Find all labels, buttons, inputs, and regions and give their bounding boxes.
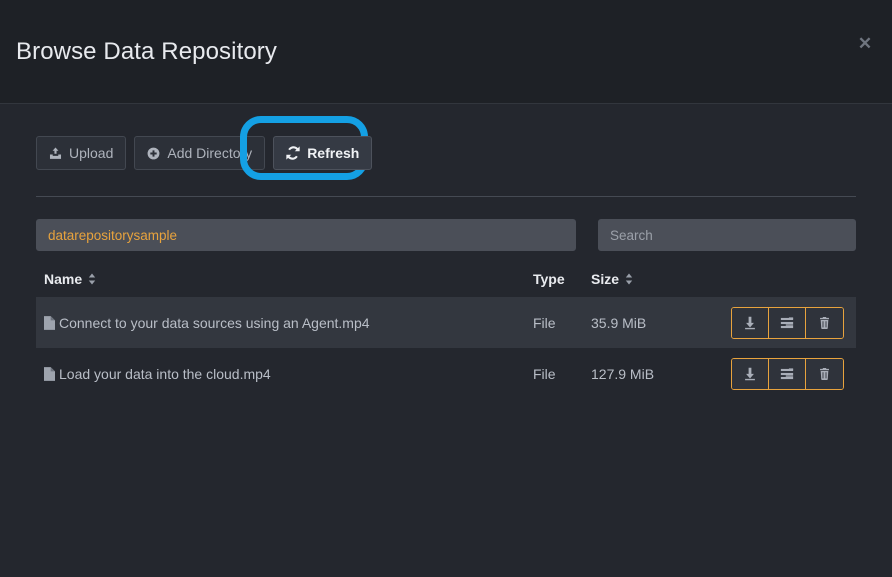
table-header-row: Name Type Size [36, 271, 856, 297]
sort-arrows-icon [625, 273, 633, 285]
refresh-icon [286, 146, 300, 160]
cell-actions [698, 297, 856, 348]
download-button[interactable] [732, 307, 769, 338]
breadcrumb-item-root[interactable]: datarepositorysample [48, 228, 177, 243]
file-name[interactable]: Connect to your data sources using an Ag… [59, 315, 370, 331]
refresh-button-label: Refresh [307, 145, 360, 161]
modal-header: Browse Data Repository ✕ [0, 0, 892, 104]
breadcrumb[interactable]: datarepositorysample [36, 219, 576, 251]
refresh-button[interactable]: Refresh [273, 136, 373, 170]
cell-actions [698, 348, 856, 399]
file-name[interactable]: Load your data into the cloud.mp4 [59, 366, 271, 382]
column-header-name-label: Name [44, 271, 83, 287]
sort-size[interactable]: Size [591, 271, 633, 287]
filter-row: datarepositorysample [36, 219, 856, 251]
upload-button[interactable]: Upload [36, 136, 127, 170]
column-header-actions [698, 271, 856, 297]
column-header-name: Name [36, 271, 533, 297]
cell-type: File [533, 314, 556, 331]
sort-arrows-icon [88, 273, 96, 285]
table-row[interactable]: Connect to your data sources using an Ag… [36, 297, 856, 348]
list-lines-icon [780, 316, 794, 330]
add-directory-button-label: Add Directory [167, 145, 253, 161]
toolbar: Upload Add Directory Refresh [36, 116, 856, 180]
upload-icon [49, 146, 62, 160]
cell-name: Connect to your data sources using an Ag… [36, 297, 533, 348]
plus-circle-icon [147, 147, 160, 160]
upload-button-label: Upload [69, 145, 114, 161]
page-title: Browse Data Repository [16, 37, 277, 65]
table-row[interactable]: Load your data into the cloud.mp4 File 1… [36, 348, 856, 399]
cell-type: File [533, 365, 556, 382]
properties-button[interactable] [769, 307, 806, 338]
file-table-head: Name Type Size [36, 271, 856, 297]
cell-size: 35.9 MiB [591, 314, 647, 331]
download-arrow-icon [743, 367, 757, 381]
search-input[interactable] [598, 219, 856, 251]
trash-icon [818, 316, 831, 330]
cell-size: 127.9 MiB [591, 365, 655, 382]
add-directory-button[interactable]: Add Directory [134, 136, 266, 170]
column-header-type: Type [533, 271, 591, 297]
file-icon [44, 366, 55, 381]
row-action-group [731, 306, 844, 339]
delete-button[interactable] [806, 307, 843, 338]
refresh-button-wrapper: Refresh [273, 136, 373, 170]
toolbar-divider [36, 196, 856, 197]
trash-icon [818, 367, 831, 381]
list-lines-icon [780, 367, 794, 381]
row-action-group [731, 357, 844, 390]
column-header-size: Size [591, 271, 698, 297]
file-table: Name Type Size Connect to your data sour… [36, 271, 856, 399]
sort-name[interactable]: Name [44, 271, 96, 287]
delete-button[interactable] [806, 358, 843, 389]
close-icon[interactable]: ✕ [855, 33, 875, 53]
download-button[interactable] [732, 358, 769, 389]
sort-type[interactable]: Type [533, 271, 565, 287]
cell-name: Load your data into the cloud.mp4 [36, 348, 533, 399]
column-header-size-label: Size [591, 271, 620, 287]
file-table-body: Connect to your data sources using an Ag… [36, 297, 856, 399]
column-header-type-label: Type [533, 271, 565, 287]
modal-body: Upload Add Directory Refresh datareposit… [0, 104, 892, 577]
properties-button[interactable] [769, 358, 806, 389]
file-icon [44, 315, 55, 330]
download-arrow-icon [743, 316, 757, 330]
